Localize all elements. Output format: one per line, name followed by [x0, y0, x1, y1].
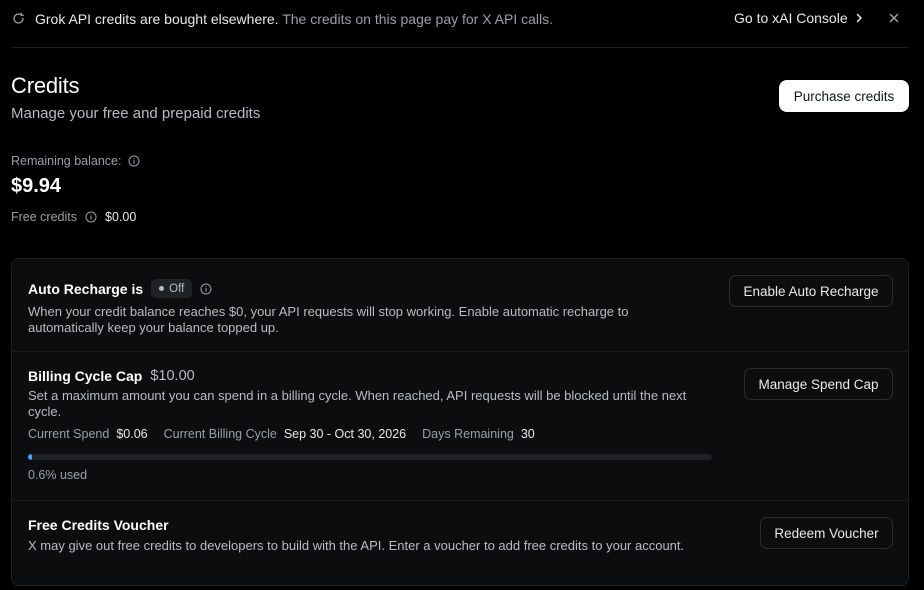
free-credits-value: $0.00	[105, 210, 137, 224]
remaining-balance-label: Remaining balance:	[11, 154, 140, 168]
status-dot	[159, 286, 165, 291]
billing-cap-heading: Billing Cycle Cap $10.00	[28, 368, 195, 384]
days-remaining-label: Days Remaining	[422, 427, 514, 441]
voucher-title: Free Credits Voucher	[28, 517, 169, 533]
billing-cycle-cap-section: Billing Cycle Cap $10.00 Set a maximum a…	[12, 352, 908, 500]
info-icon[interactable]	[200, 283, 212, 295]
free-credits-row: Free credits $0.00	[11, 210, 136, 224]
info-icon[interactable]	[128, 155, 140, 167]
voucher-section: Free Credits Voucher X may give out free…	[12, 501, 908, 587]
banner-muted-text: The credits on this page pay for X API c…	[282, 11, 554, 27]
voucher-heading: Free Credits Voucher	[28, 517, 169, 533]
remaining-balance-text: Remaining balance:	[11, 154, 122, 168]
credits-settings-card: Auto Recharge is Off When your credit ba…	[11, 258, 909, 586]
spend-progress-bar	[28, 454, 712, 460]
redeem-voucher-button[interactable]: Redeem Voucher	[760, 517, 893, 549]
status-badge-label: Off	[169, 282, 185, 295]
auto-recharge-title: Auto Recharge is	[28, 280, 144, 297]
billing-cycle-label: Current Billing Cycle	[163, 427, 277, 441]
banner-message: Grok API credits are bought elsewhere. T…	[35, 11, 553, 27]
info-icon[interactable]	[85, 211, 97, 223]
free-credits-label: Free credits	[11, 210, 77, 224]
enable-auto-recharge-button[interactable]: Enable Auto Recharge	[729, 275, 893, 307]
spend-used-text: 0.6% used	[28, 468, 88, 482]
spend-progress-fill	[28, 454, 33, 460]
purchase-credits-button[interactable]: Purchase credits	[779, 80, 909, 112]
auto-recharge-heading: Auto Recharge is Off	[28, 279, 212, 298]
days-remaining-value: 30	[520, 427, 535, 441]
chevron-right-icon	[856, 13, 862, 23]
page-subtitle: Manage your free and prepaid credits	[11, 105, 261, 122]
status-badge: Off	[151, 279, 193, 298]
auto-recharge-section: Auto Recharge is Off When your credit ba…	[12, 259, 908, 351]
billing-stats: Current Spend $0.06 Current Billing Cycl…	[28, 427, 551, 441]
billing-cap-title: Billing Cycle Cap	[28, 368, 143, 384]
banner-divider	[12, 47, 908, 48]
manage-spend-cap-button[interactable]: Manage Spend Cap	[744, 368, 893, 400]
notice-banner: Grok API credits are bought elsewhere. T…	[0, 0, 924, 38]
billing-cap-description: Set a maximum amount you can spend in a …	[28, 388, 687, 419]
current-spend-label: Current Spend	[28, 427, 110, 441]
billing-cap-amount: $10.00	[150, 368, 195, 384]
page-title: Credits	[11, 73, 80, 98]
remaining-balance-value: $9.94	[11, 175, 62, 197]
current-spend-value: $0.06	[116, 427, 148, 441]
spinner-icon	[13, 12, 25, 24]
auto-recharge-description: When your credit balance reaches $0, you…	[28, 304, 629, 335]
close-icon[interactable]	[886, 10, 902, 26]
go-to-console-link[interactable]: Go to xAI Console	[734, 10, 864, 26]
banner-strong-text: Grok API credits are bought elsewhere.	[35, 11, 279, 27]
billing-cycle-value: Sep 30 - Oct 30, 2026	[283, 427, 407, 441]
voucher-description: X may give out free credits to developer…	[28, 538, 685, 553]
console-link-label: Go to xAI Console	[734, 10, 848, 26]
